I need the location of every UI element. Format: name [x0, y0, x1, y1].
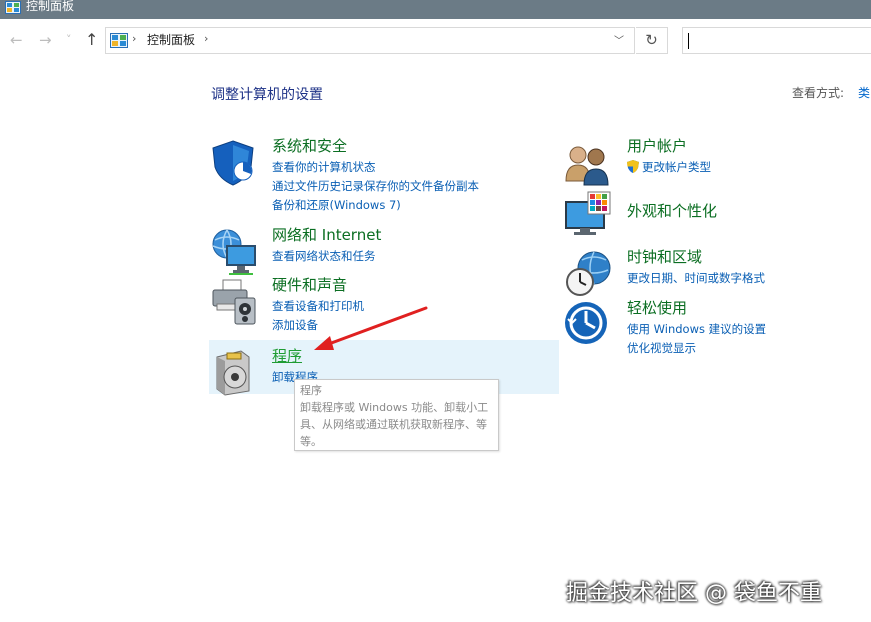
refresh-button[interactable]: ↻	[636, 27, 668, 54]
ease-of-access-icon	[565, 302, 607, 344]
view-by: 查看方式: 类	[792, 84, 870, 101]
breadcrumb-separator[interactable]: ›	[132, 32, 136, 45]
category-title[interactable]: 时钟和区域	[627, 246, 702, 267]
breadcrumb-separator[interactable]: ›	[204, 32, 208, 45]
text-caret	[688, 33, 689, 49]
control-panel-icon	[110, 33, 128, 48]
shield-icon	[212, 140, 254, 186]
link-backup-restore[interactable]: 备份和还原(Windows 7)	[272, 196, 479, 215]
tooltip-title: 程序	[300, 384, 322, 397]
search-input[interactable]	[682, 27, 871, 54]
link-change-account-type-label[interactable]: 更改帐户类型	[642, 160, 711, 174]
up-button[interactable]: ↑	[85, 30, 98, 50]
title-bar: 控制面板	[0, 0, 871, 19]
monitor-palette-icon	[565, 191, 611, 235]
chevron-down-icon[interactable]: ﹀	[614, 32, 624, 47]
breadcrumb-control-panel[interactable]: 控制面板	[147, 32, 195, 48]
category-title[interactable]: 硬件和声音	[272, 274, 347, 295]
annotation-arrow	[314, 306, 428, 350]
network-globe-icon	[212, 229, 256, 275]
category-title[interactable]: 网络和 Internet	[272, 224, 381, 245]
category-title[interactable]: 程序	[272, 345, 302, 366]
printer-icon	[212, 279, 256, 325]
recent-locations-button[interactable]: ˅	[66, 30, 72, 50]
link-change-date-time-format[interactable]: 更改日期、时间或数字格式	[627, 269, 765, 288]
clock-globe-icon	[566, 251, 611, 296]
category-title[interactable]: 用户帐户	[627, 135, 687, 156]
users-icon	[565, 146, 609, 186]
link-view-computer-status[interactable]: 查看你的计算机状态	[272, 158, 479, 177]
window-title: 控制面板	[26, 0, 75, 13]
tooltip: 程序 卸载程序或 Windows 功能、卸载小工具、从网络或通过联机获取新程序、…	[294, 379, 499, 451]
uac-shield-icon	[627, 160, 639, 173]
link-file-history-backup[interactable]: 通过文件历史记录保存你的文件备份副本	[272, 177, 479, 196]
back-button[interactable]: ←	[10, 30, 23, 50]
link-network-status[interactable]: 查看网络状态和任务	[272, 247, 376, 266]
category-title[interactable]: 系统和安全	[272, 135, 347, 156]
category-title[interactable]: 外观和个性化	[627, 200, 717, 221]
category-title[interactable]: 轻松使用	[627, 297, 687, 318]
forward-button[interactable]: →	[39, 30, 52, 50]
link-optimize-visual-display[interactable]: 优化视觉显示	[627, 339, 766, 358]
view-by-dropdown[interactable]: 类	[858, 86, 870, 100]
page-title: 调整计算机的设置	[211, 87, 323, 103]
programs-disc-icon	[216, 350, 250, 396]
watermark: 掘金技术社区 @ 袋鱼不重	[566, 581, 822, 606]
link-change-account-type[interactable]: 更改帐户类型	[627, 158, 711, 177]
view-by-label: 查看方式:	[792, 86, 845, 100]
link-recommended-settings[interactable]: 使用 Windows 建议的设置	[627, 320, 766, 339]
address-bar[interactable]: › 控制面板 › ﹀	[105, 27, 635, 54]
tooltip-description: 卸载程序或 Windows 功能、卸载小工具、从网络或通过联机获取新程序、等等。	[300, 401, 489, 448]
control-panel-icon	[5, 1, 21, 14]
